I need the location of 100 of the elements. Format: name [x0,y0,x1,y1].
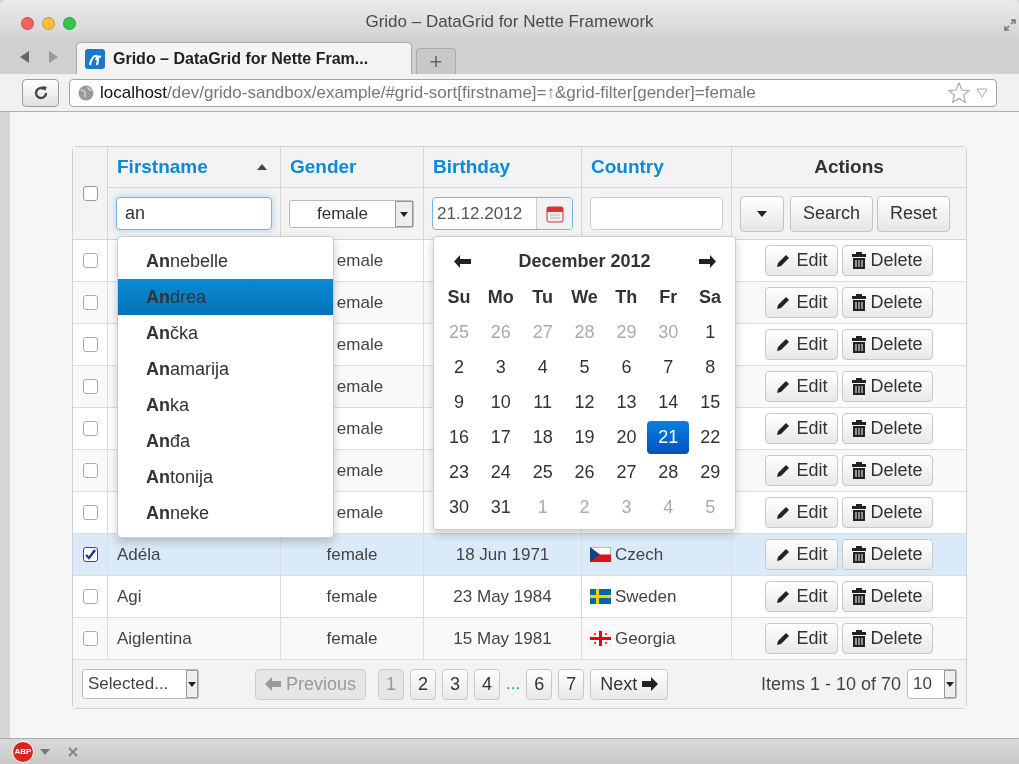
calendar-day[interactable]: 9 [438,386,480,419]
row-checkbox[interactable] [82,547,98,562]
calendar-day[interactable]: 19 [563,421,606,454]
page-button[interactable]: 2 [410,668,437,700]
back-icon [18,50,30,64]
reset-button[interactable]: Reset [877,195,951,232]
weekday-label: We [570,285,599,309]
delete-button[interactable]: Delete [841,581,933,612]
edit-button[interactable]: Edit [765,413,838,444]
calendar-day[interactable]: 24 [479,456,522,489]
edit-button[interactable]: Edit [765,497,838,528]
adblock-button[interactable]: ABP [12,740,34,763]
calendar-day[interactable]: 7 [647,351,690,384]
delete-button[interactable]: Delete [841,287,933,318]
page-button[interactable]: 4 [474,668,501,700]
calendar-day[interactable]: 8 [689,351,732,384]
browser-tab[interactable]: Grido – DataGrid for Nette Fram... [76,42,412,74]
calendar-day[interactable]: 16 [438,421,480,454]
row-checkbox[interactable] [82,379,98,394]
arrow-right-icon [698,254,716,268]
row-checkbox[interactable] [82,337,98,352]
edit-button[interactable]: Edit [765,455,838,486]
calendar-day[interactable]: 6 [605,351,648,384]
row-checkbox[interactable] [82,505,98,520]
autocomplete-item[interactable]: Anneke [118,495,333,531]
calendar-day[interactable]: 27 [605,456,648,489]
new-tab-button[interactable]: + [416,48,456,74]
delete-button[interactable]: Delete [841,371,933,402]
search-button[interactable]: Search [790,195,874,232]
calendar-day[interactable]: 23 [438,456,480,489]
calendar-day[interactable]: 18 [521,421,564,454]
calendar-day[interactable]: 5 [563,351,606,384]
calendar-day[interactable]: 15 [689,386,732,419]
edit-button[interactable]: Edit [765,245,838,276]
calendar-day[interactable]: 10 [479,386,522,419]
column-header: Actions [814,154,884,179]
reload-button[interactable] [22,78,59,107]
calendar-day[interactable]: 25 [521,456,564,489]
delete-button[interactable]: Delete [841,245,933,276]
autocomplete-item[interactable]: Annebelle [118,243,333,279]
row-checkbox[interactable] [82,421,98,436]
delete-button[interactable]: Delete [841,497,933,528]
delete-button[interactable]: Delete [841,623,933,654]
actions-dropdown-button[interactable] [740,195,784,232]
arrow-right-icon [642,677,659,691]
edit-button[interactable]: Edit [765,329,838,360]
birthday-text: 23 May 1984 [453,585,552,608]
select-all-checkbox[interactable] [82,185,98,201]
delete-button[interactable]: Delete [841,413,933,444]
country-filter-field[interactable] [590,197,723,230]
calendar-day[interactable]: 22 [689,421,732,454]
arrow-left-icon [453,254,471,268]
page-button[interactable]: 6 [526,668,553,700]
edit-button[interactable]: Edit [765,581,838,612]
page-button[interactable]: 3 [442,668,469,700]
calendar-day[interactable]: 2 [438,351,480,384]
row-checkbox[interactable] [82,463,98,478]
edit-button[interactable]: Edit [765,287,838,318]
row-checkbox[interactable] [82,253,98,268]
zoom-button[interactable] [63,17,76,30]
calendar-day[interactable]: 28 [647,456,690,489]
calendar-day[interactable]: 11 [521,386,564,419]
calendar-day[interactable]: 31 [479,491,522,524]
row-checkbox[interactable] [82,295,98,310]
calendar-icon [545,204,564,223]
delete-button[interactable]: Delete [841,539,933,570]
delete-button[interactable]: Delete [841,329,933,360]
calendar-day[interactable]: 26 [563,456,606,489]
calendar-day[interactable]: 20 [605,421,648,454]
calendar-day[interactable]: 17 [479,421,522,454]
gender-filter-select[interactable]: female [289,199,414,228]
page-button[interactable]: 7 [558,668,585,700]
next-button[interactable]: Next [590,668,669,700]
calendar-day[interactable]: 12 [563,386,606,419]
address-field[interactable]: localhost/dev/grido-sandbox/example/#grid-sort[firstname]=↑&grid-filter[gender]=female [69,78,997,107]
edit-button[interactable]: Edit [765,371,838,402]
calendar-day[interactable]: 1 [689,316,732,349]
autocomplete-item[interactable]: Anka [118,387,333,423]
autocomplete-item[interactable]: Anđa [118,423,333,459]
calendar-day[interactable]: 21 [647,421,690,454]
birthday-filter-field[interactable]: 21.12.2012 [432,197,573,230]
row-checkbox[interactable] [82,589,98,604]
autocomplete-item[interactable]: Ančka [118,315,333,351]
close-button[interactable] [21,17,34,30]
firstname-filter-field[interactable]: an [116,197,272,230]
calendar-day[interactable]: 13 [605,386,648,419]
row-checkbox[interactable] [82,631,98,646]
per-page-select[interactable]: 10 [907,669,957,699]
delete-button[interactable]: Delete [841,455,933,486]
calendar-day[interactable]: 14 [647,386,690,419]
minimize-button[interactable] [42,17,55,30]
autocomplete-item[interactable]: Anamarija [118,351,333,387]
calendar-day[interactable]: 4 [521,351,564,384]
calendar-day[interactable]: 30 [438,491,480,524]
edit-button[interactable]: Edit [765,539,838,570]
edit-button[interactable]: Edit [765,623,838,654]
operation-select[interactable]: Selected... [82,669,199,699]
autocomplete-item[interactable]: Antonija [118,459,333,495]
calendar-day[interactable]: 29 [689,456,732,489]
calendar-day[interactable]: 3 [479,351,522,384]
